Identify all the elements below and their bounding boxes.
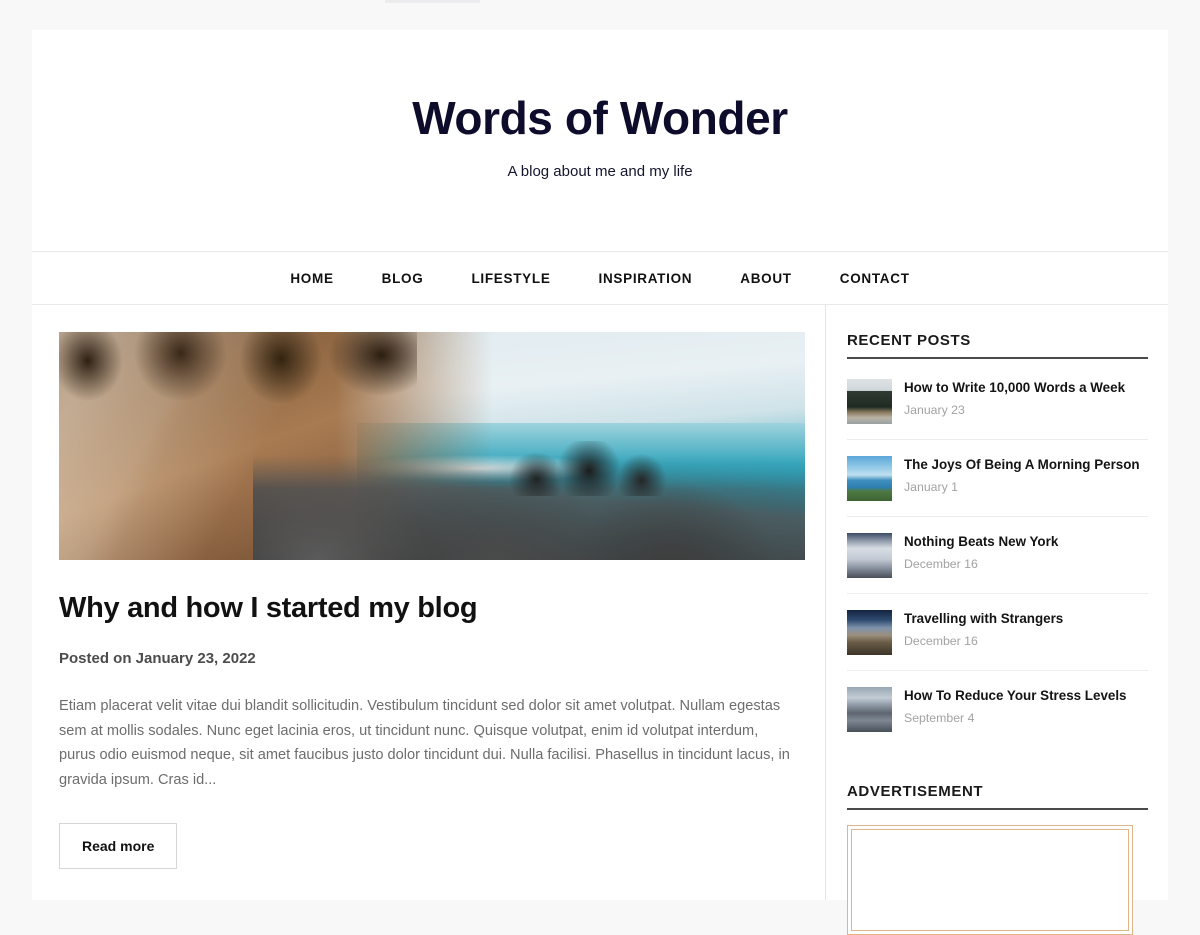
recent-post-thumbnail[interactable] <box>847 456 892 501</box>
recent-post-title[interactable]: How to Write 10,000 Words a Week <box>904 380 1125 397</box>
article-featured-image[interactable] <box>59 332 805 560</box>
nav-item-blog[interactable]: BLOG <box>358 271 448 286</box>
recent-posts-list: How to Write 10,000 Words a Week January… <box>847 363 1148 747</box>
recent-post-thumbnail[interactable] <box>847 687 892 732</box>
recent-post-title[interactable]: Nothing Beats New York <box>904 534 1058 551</box>
recent-post-text: Nothing Beats New York December 16 <box>904 533 1058 571</box>
nav-item-contact[interactable]: CONTACT <box>816 271 934 286</box>
advertisement-widget: ADVERTISEMENT <box>847 783 1148 935</box>
nav-item-home[interactable]: HOME <box>266 271 357 286</box>
recent-post-text: How To Reduce Your Stress Levels Septemb… <box>904 687 1127 725</box>
content-wrapper: Why and how I started my blog Posted on … <box>32 305 1168 935</box>
scrolled-admin-bar-sliver <box>385 0 480 3</box>
recent-posts-widget: RECENT POSTS How to Write 10,000 Words a… <box>847 332 1148 747</box>
recent-post-date: December 16 <box>904 633 978 648</box>
recent-post-text: The Joys Of Being A Morning Person Janua… <box>904 456 1140 494</box>
primary-navigation[interactable]: HOME BLOG LIFESTYLE INSPIRATION ABOUT CO… <box>32 252 1168 305</box>
advertisement-title: ADVERTISEMENT <box>847 783 1148 810</box>
hero-cliff-trees-layer <box>506 441 671 497</box>
sidebar: RECENT POSTS How to Write 10,000 Words a… <box>825 305 1168 935</box>
read-more-button[interactable]: Read more <box>59 823 178 870</box>
list-item[interactable]: How To Reduce Your Stress Levels Septemb… <box>847 671 1148 747</box>
nav-item-about[interactable]: ABOUT <box>716 271 816 286</box>
site-tagline: A blog about me and my life <box>507 162 693 180</box>
page-container: Words of Wonder A blog about me and my l… <box>32 30 1168 935</box>
recent-post-date: January 23 <box>904 402 965 417</box>
advertisement-box[interactable] <box>847 825 1133 935</box>
recent-post-title[interactable]: Travelling with Strangers <box>904 611 1063 628</box>
recent-post-title[interactable]: How To Reduce Your Stress Levels <box>904 688 1127 705</box>
site-title[interactable]: Words of Wonder <box>412 92 788 145</box>
list-item[interactable]: How to Write 10,000 Words a Week January… <box>847 363 1148 440</box>
list-item[interactable]: The Joys Of Being A Morning Person Janua… <box>847 440 1148 517</box>
main-column: Why and how I started my blog Posted on … <box>32 305 825 900</box>
recent-posts-title: RECENT POSTS <box>847 332 1148 359</box>
hero-treeline-layer <box>59 332 418 428</box>
recent-post-text: How to Write 10,000 Words a Week January… <box>904 379 1125 417</box>
nav-item-lifestyle[interactable]: LIFESTYLE <box>447 271 574 286</box>
recent-post-date: December 16 <box>904 556 978 571</box>
list-item[interactable]: Nothing Beats New York December 16 <box>847 517 1148 594</box>
nav-item-inspiration[interactable]: INSPIRATION <box>575 271 717 286</box>
recent-post-thumbnail[interactable] <box>847 379 892 424</box>
list-item[interactable]: Travelling with Strangers December 16 <box>847 594 1148 671</box>
recent-post-date: January 1 <box>904 479 959 494</box>
recent-post-thumbnail[interactable] <box>847 610 892 655</box>
article-excerpt: Etiam placerat velit vitae dui blandit s… <box>59 698 790 788</box>
recent-post-text: Travelling with Strangers December 16 <box>904 610 1063 648</box>
site-header: Words of Wonder A blog about me and my l… <box>32 30 1168 252</box>
article-title[interactable]: Why and how I started my blog <box>59 592 825 625</box>
recent-post-thumbnail[interactable] <box>847 533 892 578</box>
recent-post-title[interactable]: The Joys Of Being A Morning Person <box>904 457 1140 474</box>
article-posted-date: Posted on January 23, 2022 <box>59 650 256 667</box>
advertisement-box-inner <box>851 829 1129 931</box>
recent-post-date: September 4 <box>904 710 975 725</box>
